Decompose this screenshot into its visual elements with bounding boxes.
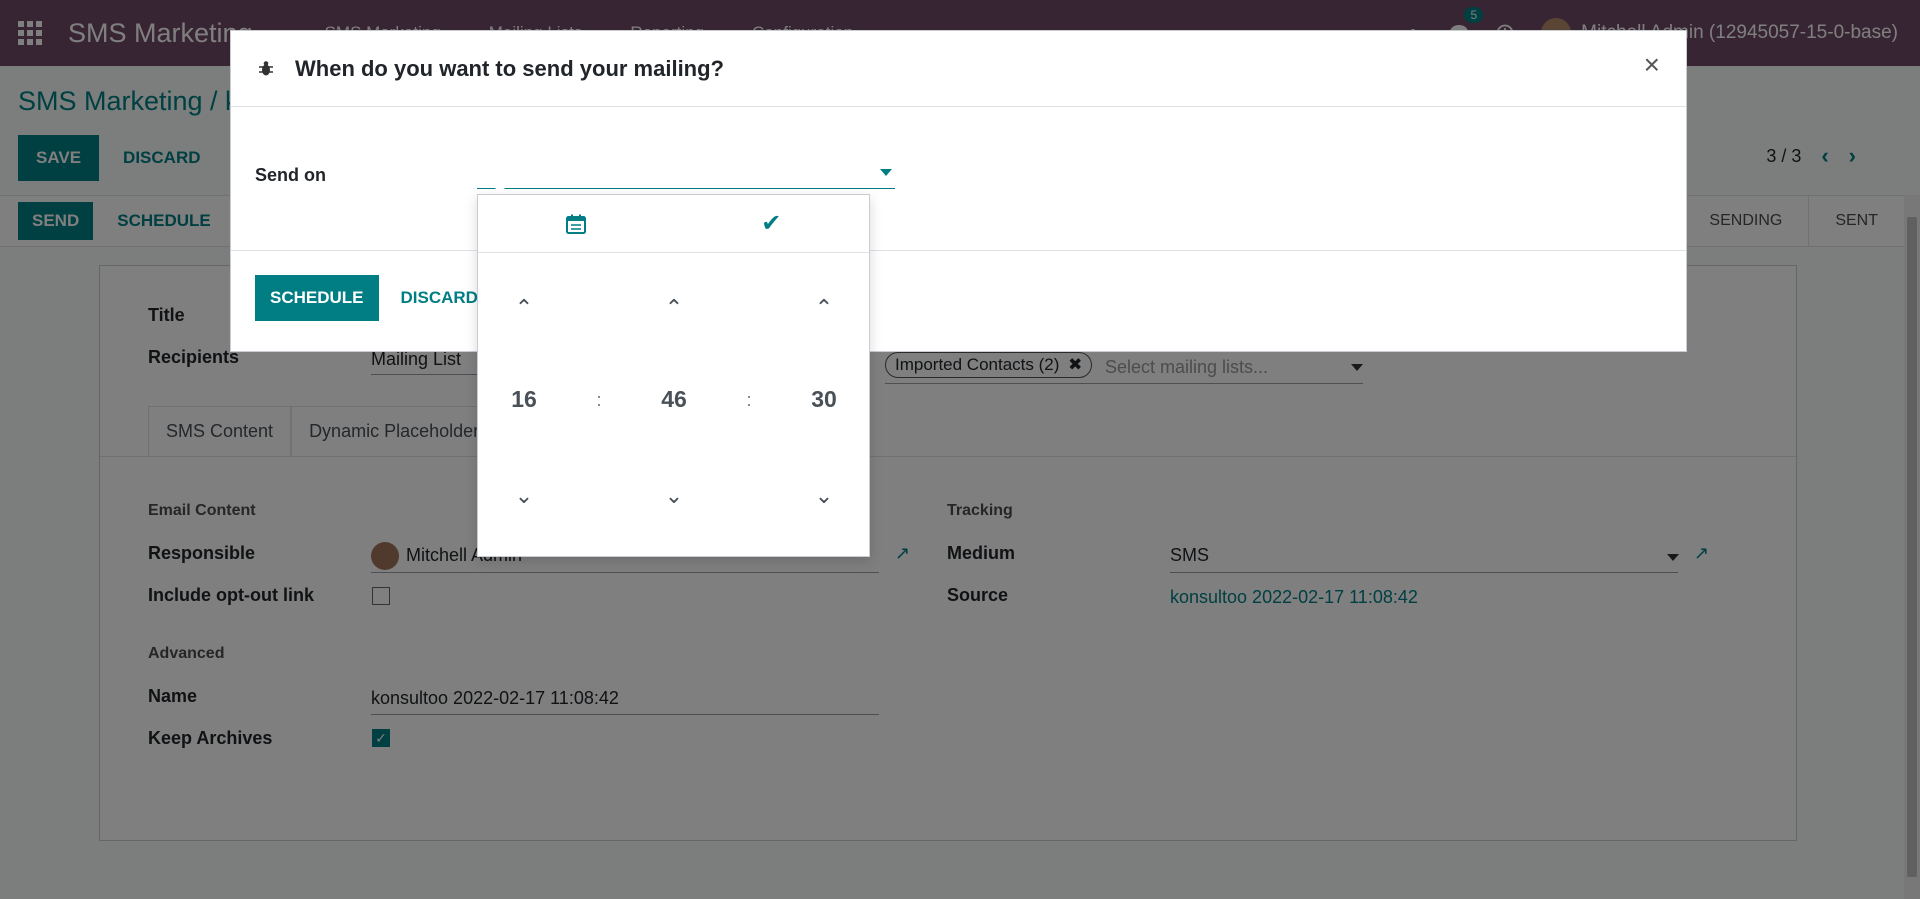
schedule-dialog: When do you want to send your mailing? ×…	[230, 30, 1687, 352]
send-on-label: Send on	[255, 165, 326, 185]
dialog-footer: SCHEDULE DISCARD	[255, 275, 492, 321]
hour-up-chevron-icon[interactable]: ⌃	[494, 295, 554, 321]
close-icon[interactable]: ×	[1644, 49, 1660, 81]
time-picker-grid: ⌃ ⌃ ⌃ 16 : 46 : 30 ⌄ ⌄ ⌄	[478, 253, 869, 558]
calendar-icon[interactable]	[478, 195, 674, 252]
check-icon[interactable]: ✔	[674, 195, 870, 252]
time-separator: :	[596, 390, 602, 410]
dialog-title: When do you want to send your mailing?	[295, 55, 724, 81]
time-separator: :	[746, 390, 752, 410]
picker-pointer	[490, 184, 510, 194]
minute-up-chevron-icon[interactable]: ⌃	[644, 295, 704, 321]
debug-bug-icon[interactable]	[255, 58, 277, 80]
minute-down-chevron-icon[interactable]: ⌄	[644, 483, 704, 509]
second-up-chevron-icon[interactable]: ⌃	[794, 295, 854, 321]
minute-value[interactable]: 46	[644, 386, 704, 413]
second-down-chevron-icon[interactable]: ⌄	[794, 483, 854, 509]
send-on-dropdown-icon[interactable]	[880, 169, 892, 176]
hour-value[interactable]: 16	[494, 386, 554, 413]
hour-down-chevron-icon[interactable]: ⌄	[494, 483, 554, 509]
dialog-header: When do you want to send your mailing?	[231, 31, 1686, 107]
second-value[interactable]: 30	[794, 386, 854, 413]
send-on-datetime-input[interactable]	[477, 159, 895, 189]
dialog-body: Send on	[231, 107, 1686, 251]
time-picker: ✔ ⌃ ⌃ ⌃ 16 : 46 : 30 ⌄ ⌄ ⌄	[477, 194, 870, 557]
dialog-schedule-button[interactable]: SCHEDULE	[255, 275, 379, 321]
